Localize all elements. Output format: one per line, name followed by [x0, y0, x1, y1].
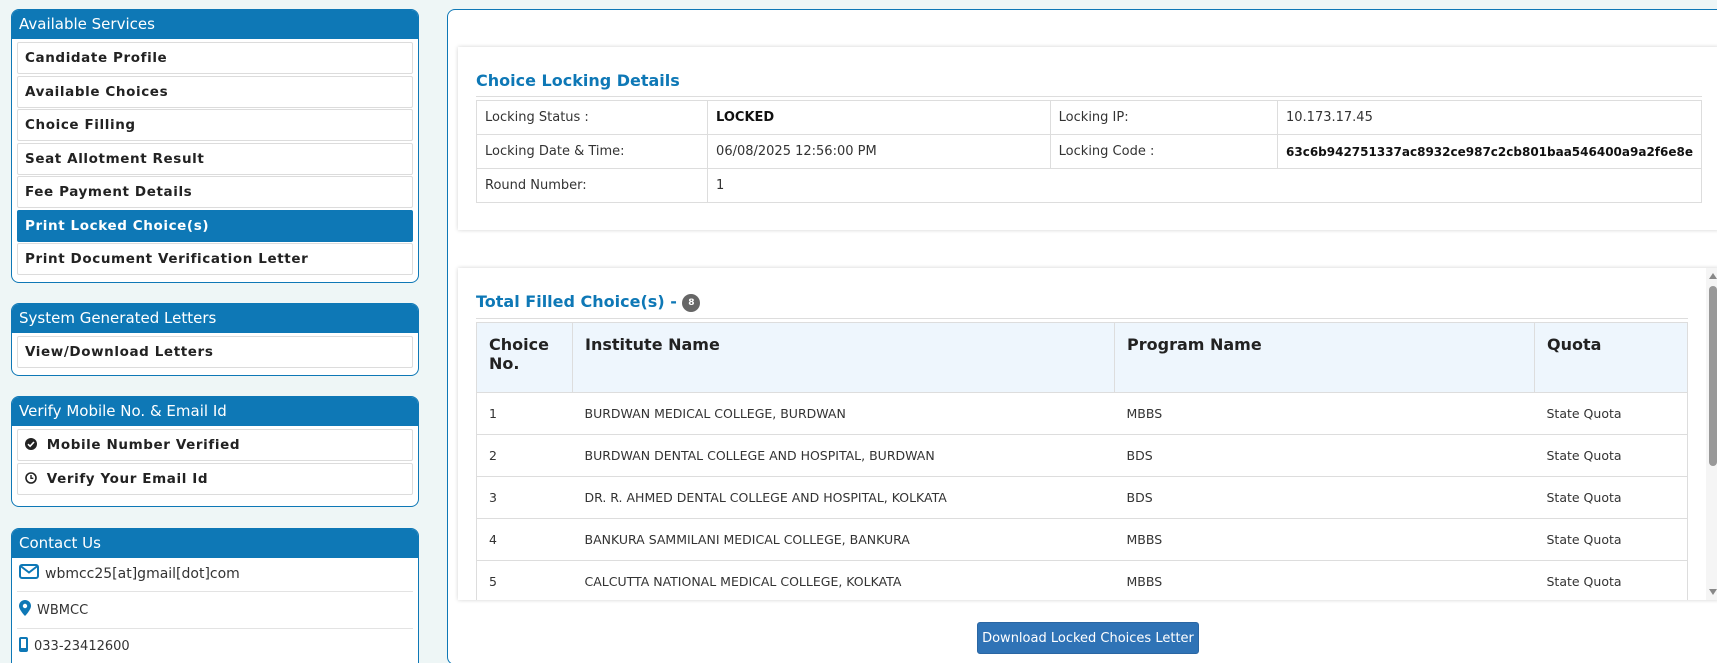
header-choice-no: Choice No.	[476, 321, 573, 393]
institute-cell: BANKURA SAMMILANI MEDICAL COLLEGE, BANKU…	[572, 517, 1115, 561]
contact-location-row: WBMCC	[17, 592, 413, 629]
choice-count-badge: 8	[682, 293, 701, 312]
round-number-label: Round Number:	[475, 168, 709, 203]
menu-candidate-profile[interactable]: Candidate Profile	[17, 42, 413, 74]
locking-ip-label: Locking IP:	[1049, 100, 1279, 135]
table-row: 1 BURDWAN MEDICAL COLLEGE, BURDWAN MBBS …	[476, 391, 1688, 435]
program-cell: BDS	[1114, 475, 1535, 519]
table-row: 5 CALCUTTA NATIONAL MEDICAL COLLEGE, KOL…	[476, 559, 1688, 600]
locking-status-label: Locking Status :	[475, 100, 709, 135]
locking-code-value: 63c6b942751337ac8932ce987c2cb801baa54640…	[1277, 134, 1702, 169]
program-cell: MBBS	[1114, 517, 1535, 561]
header-program-name: Program Name	[1114, 321, 1535, 393]
choice-no-cell: 5	[476, 559, 573, 600]
download-locked-choices-button[interactable]: Download Locked Choices Letter	[977, 622, 1199, 654]
quota-cell: State Quota	[1534, 475, 1688, 519]
choice-no-cell: 4	[476, 517, 573, 561]
contact-panel: Contact Us wbmcc25[at]gmail[dot]com WBMC…	[11, 528, 419, 663]
contact-location: WBMCC	[37, 602, 89, 618]
locking-status-value: LOCKED	[707, 100, 1051, 135]
scroll-down-arrow-icon[interactable]	[1709, 589, 1717, 595]
menu-choice-filling[interactable]: Choice Filling	[17, 109, 413, 141]
quota-cell: State Quota	[1534, 391, 1688, 435]
quota-cell: State Quota	[1534, 517, 1688, 561]
locking-datetime-label: Locking Date & Time:	[475, 134, 709, 169]
program-cell: MBBS	[1114, 391, 1535, 435]
round-number-value: 1	[707, 168, 1702, 203]
locking-details-title: Choice Locking Details	[476, 71, 1702, 97]
choice-no-cell: 1	[476, 391, 573, 435]
contact-title: Contact Us	[12, 529, 418, 558]
quota-cell: State Quota	[1534, 559, 1688, 600]
clock-icon	[25, 471, 42, 486]
locking-datetime-value: 06/08/2025 12:56:00 PM	[707, 134, 1051, 169]
available-services-title: Available Services	[12, 10, 418, 39]
choices-scrollbar[interactable]	[1706, 268, 1717, 600]
system-letters-title: System Generated Letters	[12, 304, 418, 333]
envelope-icon	[19, 564, 45, 583]
menu-seat-allotment-result[interactable]: Seat Allotment Result	[17, 142, 413, 175]
choices-table: Choice No. Institute Name Program Name Q…	[476, 321, 1688, 600]
main-content: Choice Locking Details Locking Status : …	[447, 9, 1717, 663]
system-letters-panel: System Generated Letters View/Download L…	[11, 303, 419, 376]
menu-available-choices[interactable]: Available Choices	[17, 75, 413, 108]
contact-email[interactable]: wbmcc25[at]gmail[dot]com	[45, 566, 240, 582]
contact-phone: 033-23412600	[34, 639, 130, 654]
table-row: 3 DR. R. AHMED DENTAL COLLEGE AND HOSPIT…	[476, 475, 1688, 519]
menu-print-document-verification-letter[interactable]: Print Document Verification Letter	[17, 243, 413, 275]
available-services-panel: Available Services Candidate Profile Ava…	[11, 9, 419, 283]
contact-email-row: wbmcc25[at]gmail[dot]com	[17, 558, 413, 592]
check-circle-icon	[25, 438, 42, 452]
menu-view-download-letters[interactable]: View/Download Letters	[17, 336, 413, 368]
menu-print-locked-choices[interactable]: Print Locked Choice(s)	[17, 209, 413, 242]
mobile-verified-label: Mobile Number Verified	[46, 437, 241, 453]
table-row: 4 BANKURA SAMMILANI MEDICAL COLLEGE, BAN…	[476, 517, 1688, 561]
table-row: 2 BURDWAN DENTAL COLLEGE AND HOSPITAL, B…	[476, 433, 1688, 477]
choice-no-cell: 3	[476, 475, 573, 519]
verify-email-label: Verify Your Email Id	[46, 470, 209, 487]
menu-mobile-verified[interactable]: Mobile Number Verified	[17, 429, 413, 461]
filled-choices-title-text: Total Filled Choice(s) -	[476, 292, 677, 311]
header-quota: Quota	[1534, 321, 1688, 393]
program-cell: MBBS	[1114, 559, 1535, 600]
choice-no-cell: 2	[476, 433, 573, 477]
scroll-up-arrow-icon[interactable]	[1709, 273, 1717, 279]
menu-fee-payment-details[interactable]: Fee Payment Details	[17, 176, 413, 208]
contact-phone-row: 033-23412600	[17, 629, 413, 663]
institute-cell: BURDWAN DENTAL COLLEGE AND HOSPITAL, BUR…	[572, 433, 1115, 477]
scrollbar-thumb[interactable]	[1709, 286, 1717, 466]
institute-cell: CALCUTTA NATIONAL MEDICAL COLLEGE, KOLKA…	[572, 559, 1115, 600]
map-marker-icon	[19, 600, 37, 620]
menu-verify-email[interactable]: Verify Your Email Id	[17, 462, 413, 495]
institute-cell: DR. R. AHMED DENTAL COLLEGE AND HOSPITAL…	[572, 475, 1115, 519]
verify-title: Verify Mobile No. & Email Id	[12, 397, 418, 426]
locking-ip-value: 10.173.17.45	[1277, 100, 1702, 135]
locking-details-table: Locking Status : LOCKED Locking IP: 10.1…	[475, 100, 1702, 203]
mobile-phone-icon	[19, 637, 34, 656]
header-institute-name: Institute Name	[572, 321, 1115, 393]
filled-choices-scroll-area[interactable]: Total Filled Choice(s) - 8 Choice No. In…	[458, 268, 1706, 600]
program-cell: BDS	[1114, 433, 1535, 477]
locking-code-label: Locking Code :	[1049, 134, 1279, 169]
quota-cell: State Quota	[1534, 433, 1688, 477]
institute-cell: BURDWAN MEDICAL COLLEGE, BURDWAN	[572, 391, 1115, 435]
locking-details-card: Choice Locking Details Locking Status : …	[458, 47, 1717, 230]
filled-choices-card: Total Filled Choice(s) - 8 Choice No. In…	[458, 268, 1717, 600]
filled-choices-title: Total Filled Choice(s) - 8	[476, 292, 1688, 319]
verify-panel: Verify Mobile No. & Email Id Mobile Numb…	[11, 396, 419, 507]
